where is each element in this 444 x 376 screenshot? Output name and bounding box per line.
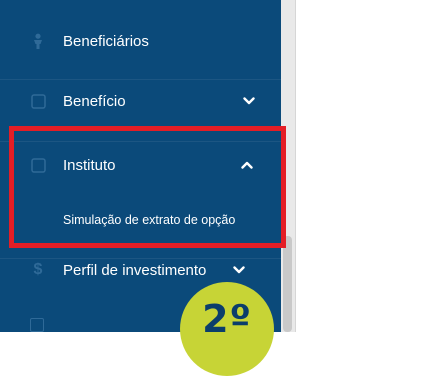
document-icon [30,157,46,173]
divider [0,141,281,142]
chevron-up-icon[interactable] [239,157,255,173]
step-label: 2º [202,297,252,341]
sidebar-item-label: Instituto [63,156,116,174]
sidebar-item-beneficio[interactable]: Benefício [0,80,281,122]
sidebar-item-label: Benefício [63,92,126,110]
sidebar-item-instituto[interactable]: Instituto [0,144,281,186]
step-badge: 2º [180,282,274,376]
sidebar: Beneficiários Benefício Instituto Simula… [0,0,281,332]
dollar-icon: $ [33,261,43,278]
sidebar-item-beneficiarios[interactable]: Beneficiários [0,20,281,62]
sidebar-item-label: Beneficiários [63,32,149,50]
sidebar-item-label: Perfil de investimento [63,261,207,279]
document-icon [30,318,44,332]
scrollbar-thumb[interactable] [283,236,292,332]
person-icon [30,33,46,49]
document-icon [30,93,46,109]
chevron-down-icon[interactable] [231,262,247,278]
main-content-area [296,0,444,332]
sidebar-subitem-simulacao-extrato[interactable]: Simulação de extrato de opção [63,213,235,227]
chevron-down-icon[interactable] [241,93,257,109]
